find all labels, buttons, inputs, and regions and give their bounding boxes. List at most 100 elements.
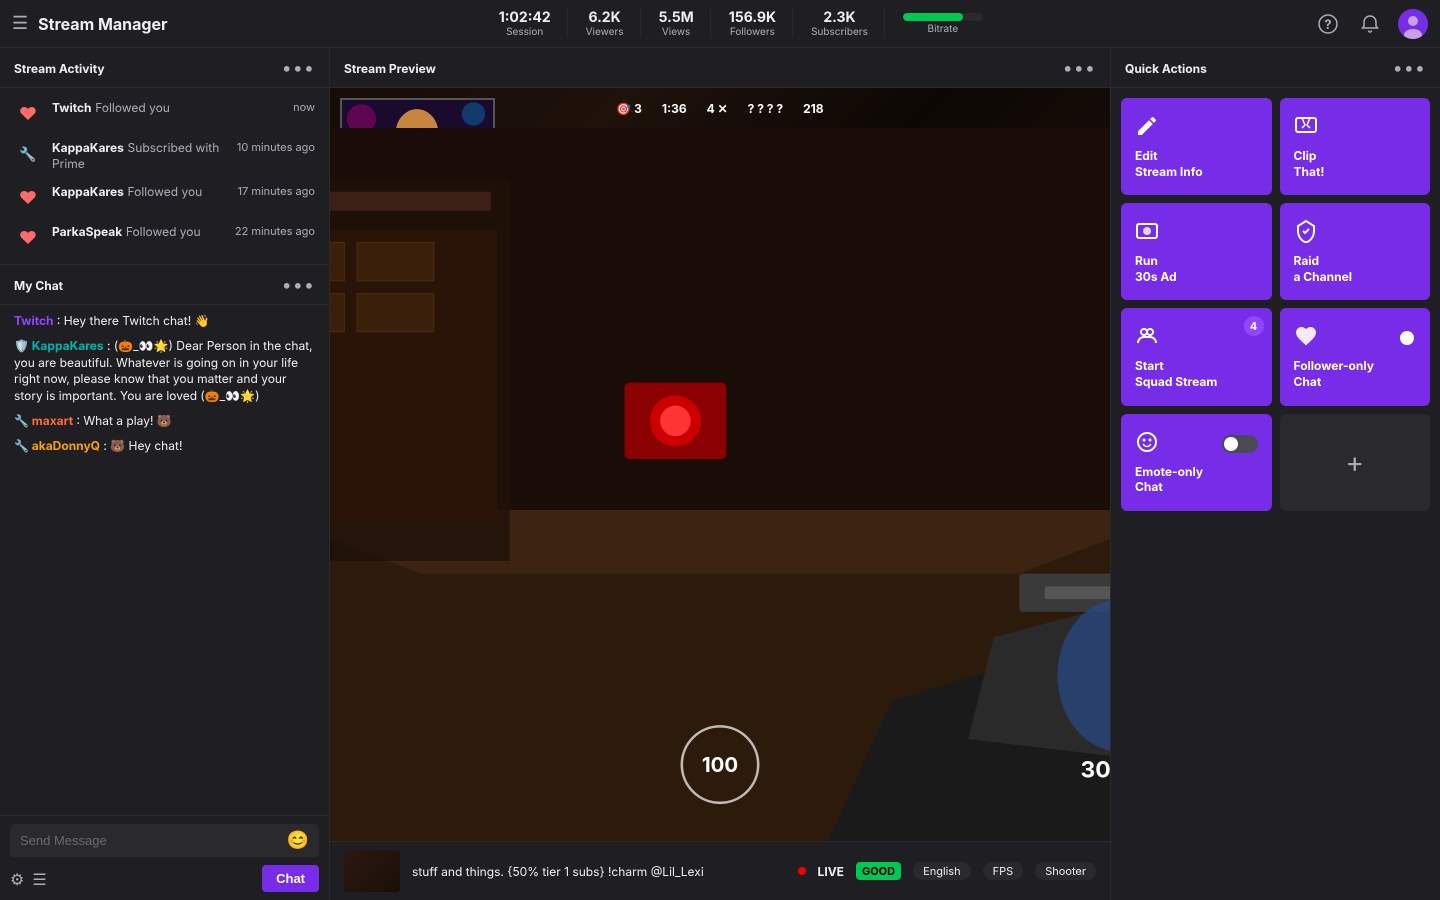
chat-send-button[interactable]: Chat (262, 865, 319, 892)
qa-icon-start-squad (1135, 324, 1258, 352)
quick-actions-more[interactable]: ••• (1393, 58, 1426, 79)
qa-icon-edit-stream-info (1135, 114, 1258, 142)
topbar-stats: 1:02:42Session6.2KViewers5.5MViews156.9K… (176, 9, 1306, 38)
qa-button-add-action[interactable]: + (1280, 414, 1431, 511)
stream-activity-header: Stream Activity ••• (0, 48, 329, 88)
menu-icon[interactable]: ☰ (12, 13, 28, 34)
qa-button-follower-chat[interactable]: Follower-onlyChat (1280, 308, 1431, 405)
qa-button-clip-that[interactable]: ClipThat! (1280, 98, 1431, 195)
qa-button-raid-channel[interactable]: Raida Channel (1280, 203, 1431, 300)
qa-button-emote-chat[interactable]: Emote-onlyChat (1121, 414, 1272, 511)
activity-icon-heart: ♥ (14, 100, 42, 128)
stream-activity-title: Stream Activity (14, 61, 105, 76)
chat-input[interactable] (20, 833, 281, 848)
hud-question: ? ? ? ? (748, 101, 783, 116)
right-panel: Quick Actions ••• EditStream Info ClipTh… (1110, 48, 1440, 900)
chat-bottom-row: ⚙ ☰ Chat (10, 865, 319, 892)
chat-input-area: 😊 ⚙ ☰ Chat (0, 815, 329, 900)
toggle-follower-chat[interactable] (1380, 329, 1416, 347)
qa-button-start-squad[interactable]: StartSquad Stream 4 (1121, 308, 1272, 405)
activity-body: Twitch Followed you (52, 100, 283, 116)
topbar-right: ? (1314, 9, 1428, 39)
svg-text:100: 100 (702, 752, 738, 777)
chat-username: Twitch (14, 313, 54, 328)
chat-message: 🔧 maxart : What a play! 🐻 (14, 413, 315, 430)
chat-settings-icon[interactable]: ⚙ (10, 869, 24, 889)
chat-message: 🛡️ KappaKares : (🎃_👀🌟) Dear Person in th… (14, 338, 315, 405)
stream-bottom-bar: stuff and things. {50% tier 1 subs} !cha… (330, 841, 1110, 900)
qa-icon-clip-that (1294, 114, 1417, 142)
activity-item: 🔧 KappaKares Subscribed with Prime 10 mi… (0, 134, 329, 178)
activity-icon-wrench: 🔧 (14, 140, 42, 168)
topbar-left: ☰ Stream Manager (12, 13, 168, 34)
qa-label-raid-channel: Raida Channel (1294, 253, 1417, 284)
quick-actions-header: Quick Actions ••• (1111, 48, 1440, 88)
activity-icon-heart: ♥ (14, 184, 42, 212)
avatar[interactable] (1398, 9, 1428, 39)
qa-label-edit-stream-info: EditStream Info (1135, 148, 1258, 179)
toggle-knob (1400, 331, 1414, 345)
left-panel: Stream Activity ••• ♥ Twitch Followed yo… (0, 48, 330, 900)
chat-message: 🔧 akaDonnyQ : 🐻 Hey chat! (14, 438, 315, 455)
qa-label-emote-chat: Emote-onlyChat (1135, 464, 1258, 495)
bitrate-fill (903, 13, 963, 21)
qa-button-edit-stream-info[interactable]: EditStream Info (1121, 98, 1272, 195)
stream-activity-more[interactable]: ••• (282, 58, 315, 79)
help-icon[interactable]: ? (1314, 10, 1342, 38)
tag-fps: FPS (983, 862, 1024, 880)
activity-body: KappaKares Subscribed with Prime (52, 140, 227, 172)
chat-username: 🔧 akaDonnyQ (14, 438, 100, 453)
chat-input-row: 😊 (10, 824, 319, 857)
qa-badge-start-squad: 4 (1244, 316, 1264, 336)
live-dot (798, 867, 806, 875)
stat-item-followers: 156.9KFollowers (713, 9, 793, 38)
activity-action: Followed you (95, 100, 170, 115)
hud-player-num: 218 (803, 101, 824, 116)
qa-label-start-squad: StartSquad Stream (1135, 358, 1258, 389)
emoji-button[interactable]: 😊 (287, 830, 309, 851)
stream-preview-title: Stream Preview (344, 61, 436, 76)
center-panel: Stream Preview ••• 🎯 3 1:36 4 ✕ ? ? ? ? … (330, 48, 1110, 900)
stat-item-subscribers: 2.3KSubscribers (795, 9, 885, 38)
activity-body: ParkaSpeak Followed you (52, 224, 225, 240)
activity-list: ♥ Twitch Followed you now 🔧 KappaKares S… (0, 88, 329, 265)
chat-messages: Twitch : Hey there Twitch chat! 👋 🛡️ Kapp… (0, 305, 329, 815)
toggle-emote-chat[interactable] (1222, 435, 1258, 453)
qa-icon-raid-channel (1294, 219, 1417, 247)
game-background: 🎯 3 1:36 4 ✕ ? ? ? ? 218 (330, 88, 1110, 841)
chat-username: 🔧 maxart (14, 413, 73, 428)
activity-action: Followed you (128, 184, 203, 199)
chat-section: Twitch : Hey there Twitch chat! 👋 🛡️ Kapp… (0, 305, 329, 900)
activity-name: ParkaSpeak (52, 224, 122, 239)
bitrate-label: Bitrate (928, 23, 959, 35)
qa-label-run-ad: Run30s Ad (1135, 253, 1258, 284)
my-chat-more[interactable]: ••• (282, 275, 315, 296)
tag-english: English (913, 862, 971, 880)
activity-body: KappaKares Followed you (52, 184, 228, 200)
chat-text: : What a play! 🐻 (73, 413, 172, 428)
notification-icon[interactable] (1356, 10, 1384, 38)
activity-item: ♥ ParkaSpeak Followed you 22 minutes ago (0, 218, 329, 258)
stat-item-viewers: 6.2KViewers (570, 9, 641, 38)
stat-item-session: 1:02:42Session (483, 9, 568, 38)
app-title: Stream Manager (38, 14, 167, 34)
toggle-row (1135, 430, 1258, 458)
bitrate-bar (903, 13, 983, 21)
chat-message: Twitch : Hey there Twitch chat! 👋 (14, 313, 315, 330)
activity-item: ♥ KappaKares Followed you 17 minutes ago (0, 178, 329, 218)
stream-preview-more[interactable]: ••• (1063, 58, 1096, 79)
live-label: LIVE (818, 864, 844, 879)
svg-text:30: 30 (1080, 755, 1110, 783)
toggle-knob (1224, 437, 1238, 451)
bitrate-stat: Bitrate (887, 13, 999, 35)
topbar: ☰ Stream Manager 1:02:42Session6.2KViewe… (0, 0, 1440, 48)
main-content: Stream Activity ••• ♥ Twitch Followed yo… (0, 48, 1440, 900)
chat-list-icon[interactable]: ☰ (32, 869, 46, 889)
stream-preview-header: Stream Preview ••• (330, 48, 1110, 88)
stat-item-views: 5.5MViews (643, 9, 711, 38)
my-chat-header: My Chat ••• (0, 265, 329, 305)
qa-icon-emote-chat (1135, 430, 1159, 458)
hud-score: 🎯 3 (616, 101, 642, 116)
qa-button-run-ad[interactable]: Run30s Ad (1121, 203, 1272, 300)
qa-label-follower-chat: Follower-onlyChat (1294, 358, 1417, 389)
